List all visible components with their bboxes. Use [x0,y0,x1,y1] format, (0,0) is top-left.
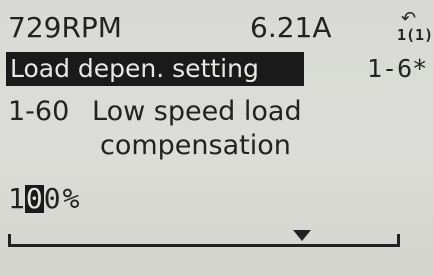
lcd-display: 729RPM 6.21A ↶ 1(1) Load depen. setting … [0,0,433,276]
motor-speed-readout: 729RPM [8,11,122,44]
value-digit: 1 [8,182,25,215]
parameter-value-field[interactable]: 100% [8,185,79,215]
value-scale-bar [8,230,400,250]
menu-header: Load depen. setting 1-6* [6,52,433,86]
parameter-number: 1-60 [8,96,70,127]
value-cursor-digit[interactable]: 0 [24,185,44,213]
parameter-name-line2: compensation [100,130,291,161]
triangle-down-icon [293,230,311,241]
menu-group-code: 1-6* [367,54,428,83]
motor-current-readout: 6.21A [250,11,332,44]
menu-title: Load depen. setting [10,54,259,83]
active-setup-indicator: 1(1) [397,26,433,44]
parameter-name-line1: Low speed load [92,96,302,127]
scale-baseline [8,244,400,247]
scale-min-tick [8,234,11,247]
value-unit: % [62,182,80,215]
value-digit: 0 [43,182,61,215]
scale-max-tick [397,234,400,247]
setup-switch-icon: ↶ 1(1) [397,10,433,46]
